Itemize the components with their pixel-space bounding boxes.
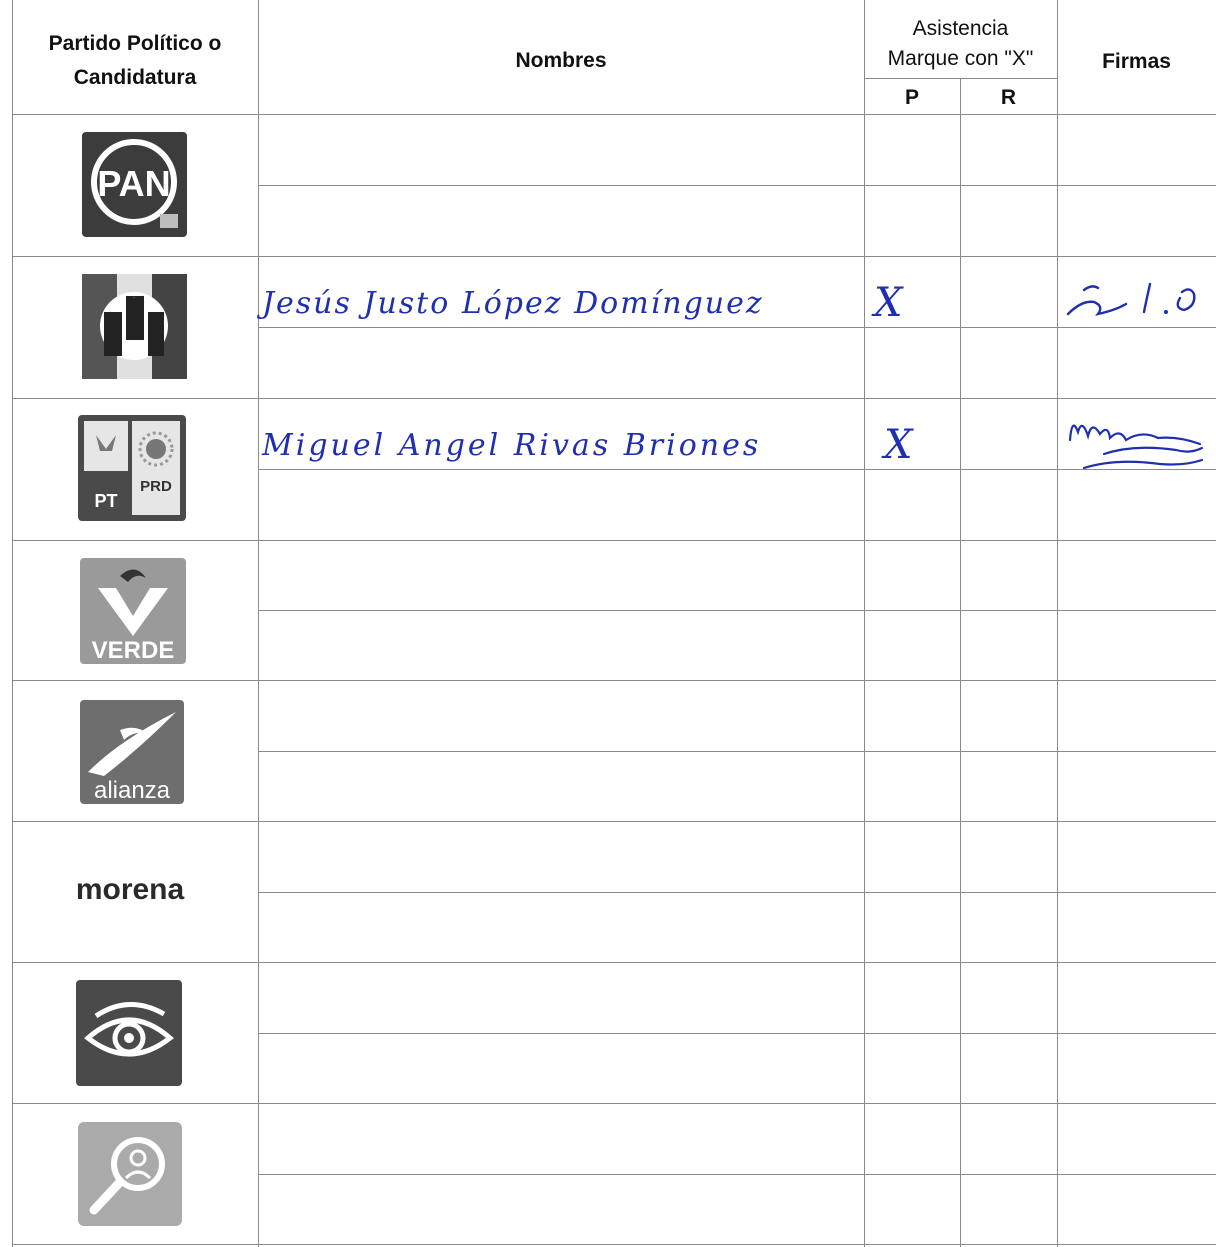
row-ptprd-present: X bbox=[884, 422, 913, 468]
col-divider-p bbox=[960, 78, 961, 1247]
header-attendance: Asistencia Marque con "X" bbox=[864, 14, 1057, 74]
row-morena-name bbox=[262, 850, 852, 880]
row-verde-name bbox=[262, 570, 852, 600]
prd-logo-text: PRD bbox=[140, 478, 172, 495]
header-attendance-line1: Asistencia bbox=[912, 17, 1009, 40]
col-divider-r bbox=[1057, 0, 1058, 1247]
header-signatures: Firmas bbox=[1102, 50, 1171, 73]
row-pan-name bbox=[262, 140, 852, 170]
attendance-subheader-line bbox=[864, 78, 1057, 79]
eye-logo bbox=[76, 980, 182, 1086]
header-representative: R bbox=[1000, 86, 1017, 109]
row-ptprd-name: Miguel Angel Rivas Briones bbox=[262, 428, 762, 463]
col-divider-names bbox=[864, 0, 865, 1247]
row-eye-name bbox=[262, 990, 852, 1020]
pt-logo-text: PT bbox=[94, 491, 117, 511]
header-party: Partido Político o Candidatura bbox=[12, 27, 258, 95]
verde-logo: VERDE bbox=[80, 558, 186, 664]
row-pri-signature bbox=[1066, 282, 1196, 316]
verde-logo-text: VERDE bbox=[92, 637, 175, 664]
left-border bbox=[12, 0, 13, 1247]
header-present: P bbox=[904, 86, 919, 109]
row-pri-present: X bbox=[874, 280, 903, 326]
header-party-line2: Candidatura bbox=[73, 66, 197, 89]
row-pri-name: Jesús Justo López Domínguez bbox=[262, 286, 764, 321]
morena-logo: morena bbox=[75, 873, 185, 906]
col-divider-party bbox=[258, 0, 259, 1247]
row-search-name bbox=[262, 1130, 852, 1160]
alianza-logo-text: alianza bbox=[94, 777, 171, 804]
pan-logo: PAN bbox=[82, 132, 187, 237]
pri-logo: PRI bbox=[82, 274, 187, 379]
search-logo bbox=[78, 1122, 182, 1226]
alianza-logo: alianza bbox=[80, 700, 184, 804]
header-names: Nombres bbox=[515, 49, 607, 72]
attendance-sheet: Partido Político o Candidatura Nombres A… bbox=[0, 0, 1216, 1247]
header-party-line1: Partido Político o bbox=[48, 32, 222, 55]
pan-logo-text: PAN bbox=[97, 163, 170, 204]
pt-prd-logo: PT PRD bbox=[78, 415, 186, 521]
row-alianza-name bbox=[262, 710, 852, 740]
header-attendance-line2: Marque con "X" bbox=[887, 47, 1034, 70]
row-ptprd-signature bbox=[1068, 424, 1204, 470]
